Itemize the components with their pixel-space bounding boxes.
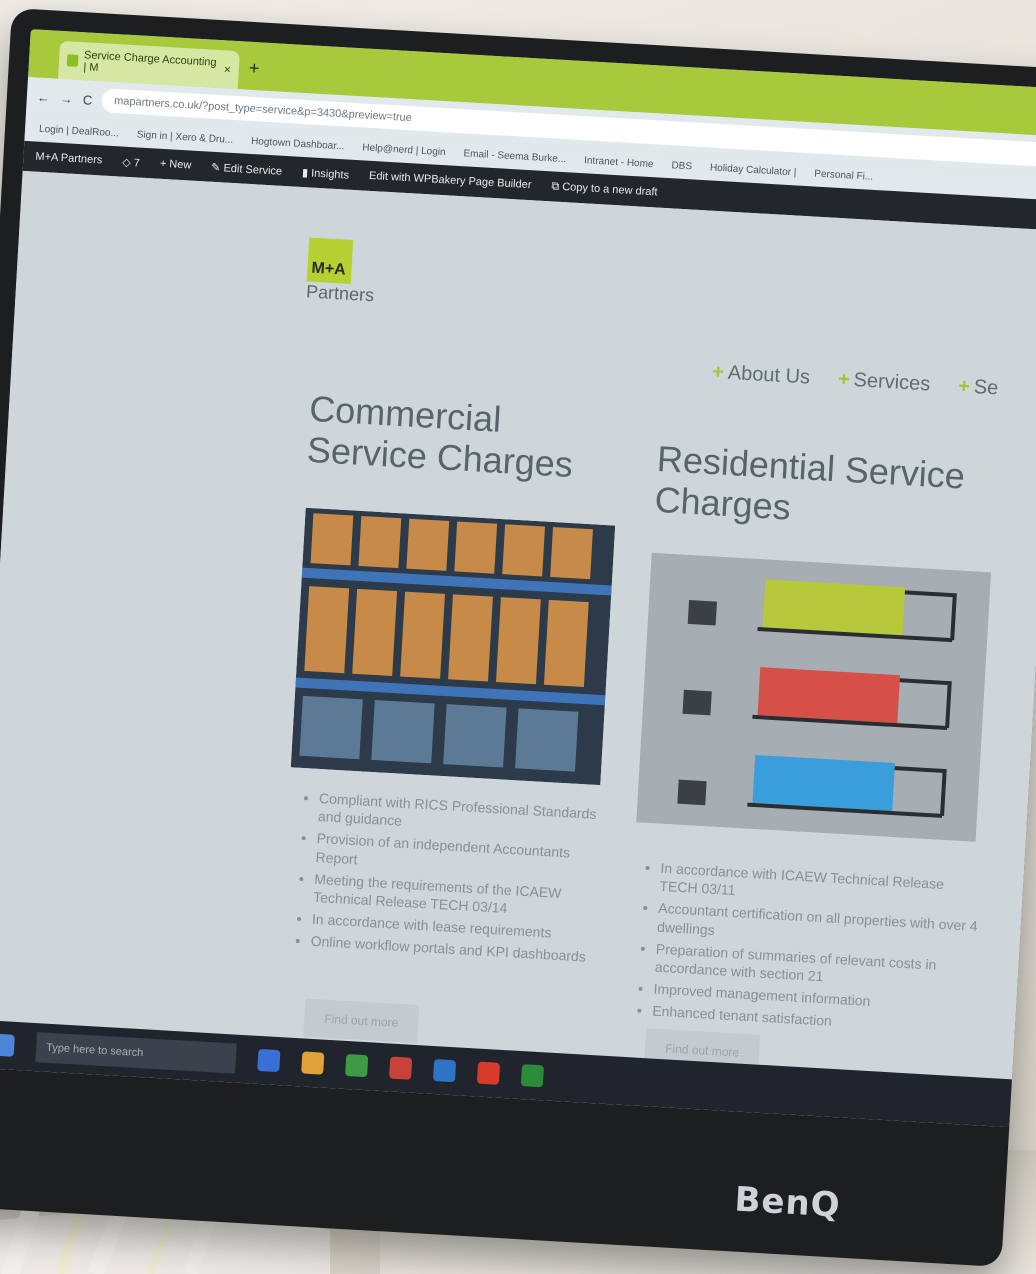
nav-item-about[interactable]: + About Us <box>712 361 811 390</box>
residential-list-wrap: In accordance with ICAEW Technical Relea… <box>630 858 984 1043</box>
residential-title: Residential Service Charges <box>653 437 966 529</box>
residential-bullets: In accordance with ICAEW Technical Relea… <box>630 858 984 1039</box>
plus-icon: + <box>837 368 851 391</box>
commercial-bullets: Compliant with RICS Professional Standar… <box>288 788 597 967</box>
screen: Service Charge Accounting | M × + ← → C … <box>0 29 1036 1128</box>
back-icon[interactable]: ← <box>37 89 51 105</box>
chrome-icon[interactable] <box>345 1053 369 1078</box>
web-page: M+A Partners + About Us + Services + Se Com… <box>0 170 1036 1080</box>
admin-comments[interactable]: ◇ 7 <box>122 155 140 169</box>
file-explorer-icon[interactable] <box>301 1051 325 1075</box>
nav-label: About Us <box>727 361 811 389</box>
bookmark-item[interactable]: Help@nerd | Login <box>362 142 446 158</box>
monitor-brand-logo: BenQ <box>733 1179 842 1226</box>
admin-insights[interactable]: ▮ Insights <box>302 165 350 181</box>
forward-icon[interactable]: → <box>59 90 73 106</box>
tab-title: Service Charge Accounting | M <box>83 49 217 75</box>
commercial-section: Commercial Service Charges <box>306 388 630 489</box>
nav-item-truncated[interactable]: + Se <box>957 375 999 400</box>
outlook-icon[interactable] <box>432 1059 457 1083</box>
excel-icon[interactable] <box>520 1064 545 1088</box>
commercial-title: Commercial Service Charges <box>305 387 574 486</box>
admin-edit-label: Edit Service <box>223 161 283 178</box>
app-icon[interactable] <box>389 1056 413 1080</box>
favicon-icon <box>66 54 79 67</box>
commercial-list-wrap: Compliant with RICS Professional Standar… <box>288 788 597 970</box>
bookmark-item[interactable]: Email - Seema Burke... <box>463 148 566 165</box>
logo-mark: M+A <box>306 237 354 284</box>
bookmark-item[interactable]: Holiday Calculator | <box>710 162 797 178</box>
bookmark-item[interactable]: DBS <box>671 160 692 172</box>
commercial-find-out-more-button[interactable]: Find out more <box>303 998 420 1044</box>
taskbar-search-input[interactable]: Type here to search <box>35 1032 237 1074</box>
plus-icon: + <box>711 360 725 384</box>
office-building-image <box>290 507 616 786</box>
admin-builder[interactable]: Edit with WPBakery Page Builder <box>369 170 532 191</box>
admin-new-label: New <box>168 158 192 172</box>
bookmark-item[interactable]: Sign in | Xero & Dru... <box>136 129 233 146</box>
edge-icon[interactable] <box>257 1048 281 1073</box>
admin-copy-label: Copy to a new draft <box>561 180 658 198</box>
admin-copy[interactable]: ⧉ Copy to a new draft <box>551 180 658 199</box>
logo-name: Partners <box>305 281 375 306</box>
admin-site-link[interactable]: M+A Partners <box>35 151 103 167</box>
nav-label: Services <box>852 369 931 396</box>
nav-item-services[interactable]: + Services <box>837 368 931 396</box>
comment-count: 7 <box>133 156 141 170</box>
windows-start-icon[interactable] <box>0 1033 15 1057</box>
reload-icon[interactable]: C <box>82 92 92 108</box>
plus-icon: + <box>957 375 971 398</box>
admin-new[interactable]: + New <box>160 158 192 172</box>
main-nav: + About Us + Services + Se <box>712 361 999 400</box>
bookmark-item[interactable]: Intranet - Home <box>584 155 654 170</box>
new-tab-button[interactable]: + <box>248 58 260 80</box>
close-tab-icon[interactable]: × <box>223 62 231 76</box>
nav-label: Se <box>973 376 999 400</box>
site-logo[interactable]: M+A Partners <box>306 237 378 306</box>
bookmark-item[interactable]: Login | DealRoo... <box>39 123 119 139</box>
admin-insights-label: Insights <box>310 167 350 182</box>
monitor: Service Charge Accounting | M × + ← → C … <box>0 8 1036 1268</box>
residential-section: Residential Service Charges <box>654 438 1018 541</box>
bookmark-item[interactable]: Hogtown Dashboar... <box>251 135 345 151</box>
copy-icon: ⧉ <box>551 179 563 193</box>
apartment-balconies-image <box>636 552 992 842</box>
bookmark-item[interactable]: Personal Fi... <box>814 168 873 182</box>
admin-edit[interactable]: ✎ Edit Service <box>211 160 283 177</box>
powerpoint-icon[interactable] <box>476 1061 501 1085</box>
